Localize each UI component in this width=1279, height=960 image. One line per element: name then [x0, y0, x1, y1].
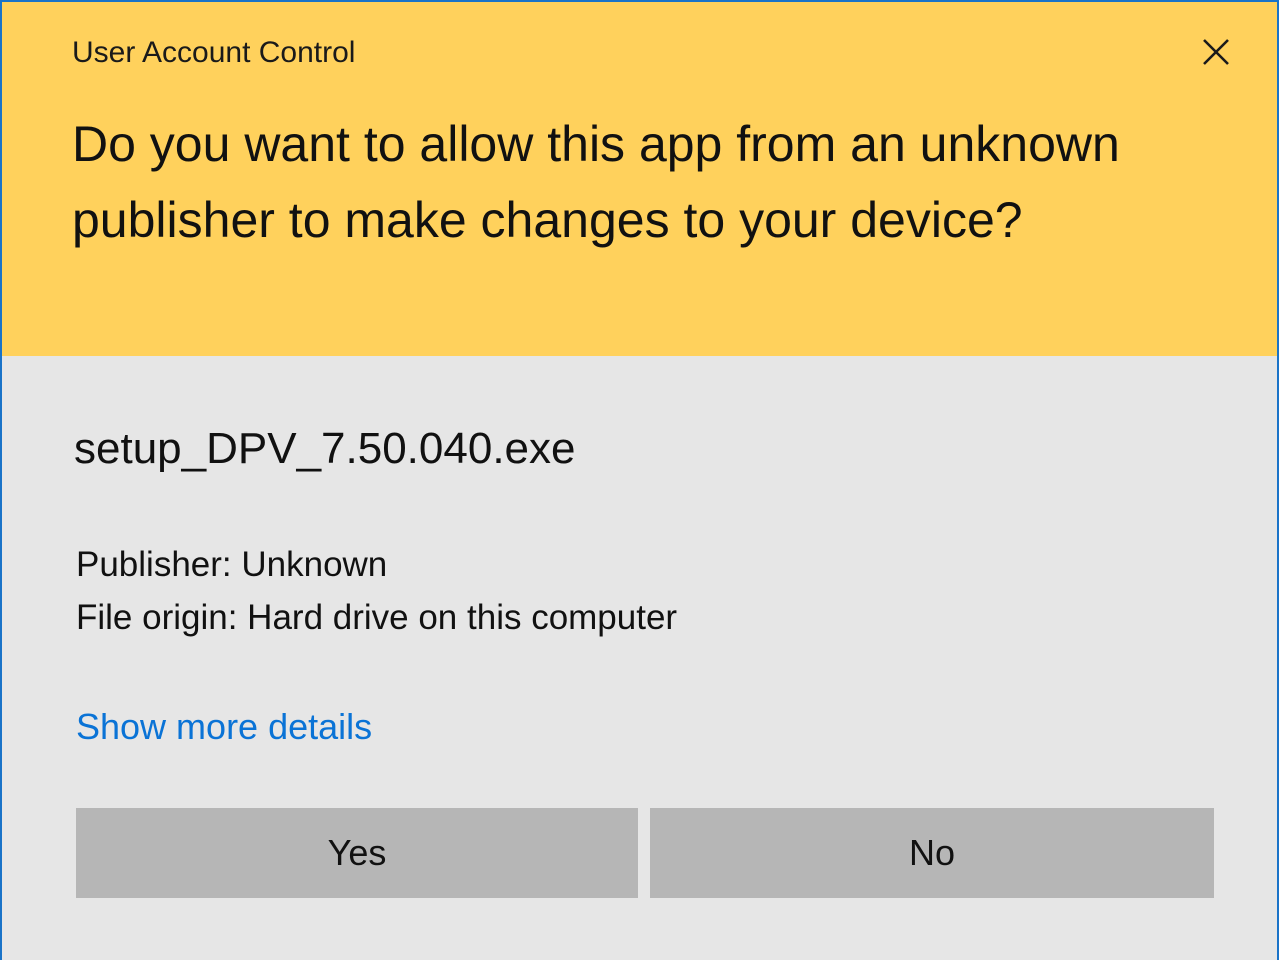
close-icon	[1201, 37, 1231, 72]
dialog-header: User Account Control Do you want to allo…	[2, 2, 1277, 356]
yes-button-label: Yes	[327, 832, 387, 873]
file-origin-text: File origin: Hard drive on this computer	[76, 598, 678, 637]
uac-dialog: User Account Control Do you want to allo…	[0, 0, 1279, 960]
dialog-title: User Account Control	[72, 36, 356, 69]
show-more-details-link[interactable]: Show more details	[76, 706, 372, 748]
file-name: setup_DPV_7.50.040.exe	[74, 424, 576, 473]
publisher-text: Publisher: Unknown	[76, 545, 388, 584]
no-button[interactable]: No	[650, 808, 1214, 898]
dialog-question: Do you want to allow this app from an un…	[72, 116, 1120, 248]
yes-button[interactable]: Yes	[76, 808, 638, 898]
no-button-label: No	[908, 832, 956, 873]
close-button[interactable]	[1184, 24, 1248, 84]
